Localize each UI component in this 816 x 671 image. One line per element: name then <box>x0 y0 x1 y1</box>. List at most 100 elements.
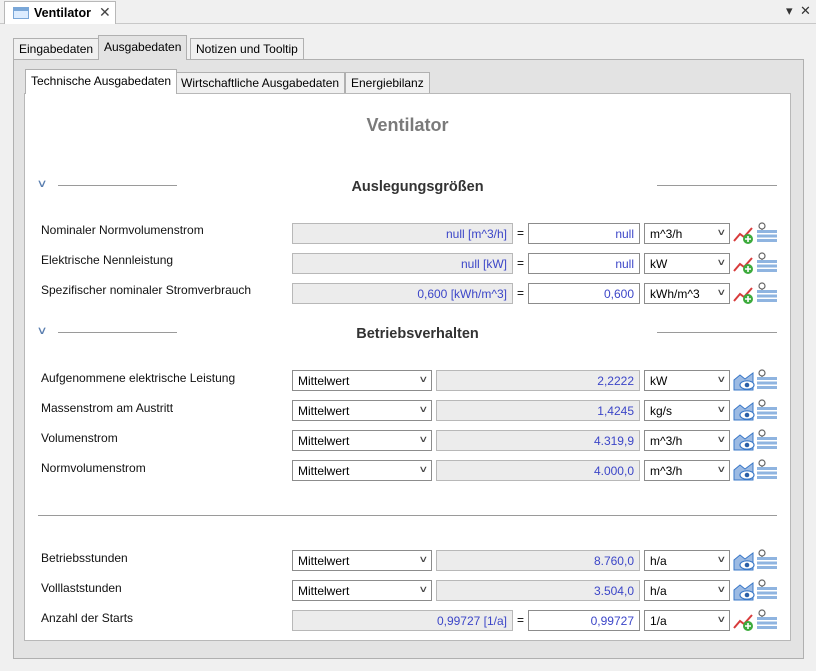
chart-view-icon[interactable] <box>733 371 755 391</box>
chevron-down-icon <box>717 374 727 385</box>
chart-view-icon[interactable] <box>733 461 755 481</box>
value-volumenstrom: 4.319,9 <box>436 430 640 451</box>
unit-select-spezifischer-stromverbrauch[interactable]: kWh/m^3 <box>644 283 730 304</box>
tab-ausgabedaten[interactable]: Ausgabedaten <box>98 35 188 60</box>
input-elektrische-nennleistung[interactable]: null <box>528 253 640 274</box>
readonly-elektrische-nennleistung: null [kW] <box>292 253 513 274</box>
value-normvolumenstrom: 4.000,0 <box>436 460 640 481</box>
equals-sign: = <box>517 256 525 270</box>
tab-technische-ausgabedaten[interactable]: Technische Ausgabedaten <box>25 69 178 94</box>
value-list-icon[interactable] <box>756 281 778 303</box>
value-list-icon[interactable] <box>756 221 778 243</box>
chevron-down-icon <box>717 584 727 595</box>
unit-select-nominaler-normvolumenstrom[interactable]: m^3/h <box>644 223 730 244</box>
chart-view-icon[interactable] <box>733 431 755 451</box>
mode-select-volumenstrom[interactable]: Mittelwert <box>292 430 432 451</box>
value-massenstrom: 1,4245 <box>436 400 640 421</box>
readonly-nominaler-normvolumenstrom: null [m^3/h] <box>292 223 513 244</box>
section-title-betrieb: Betriebsverhalten <box>356 326 479 342</box>
unit-select-anzahl-starts[interactable]: 1/a <box>644 610 730 631</box>
chevron-down-icon <box>717 404 727 415</box>
label-elektrische-nennleistung: Elektrische Nennleistung <box>41 253 174 267</box>
chevron-down-icon <box>717 614 727 625</box>
unit-select-massenstrom[interactable]: kg/s <box>644 400 730 421</box>
mode-value: Mittelwert <box>298 584 350 598</box>
label-nominaler-normvolumenstrom: Nominaler Normvolumenstrom <box>41 223 204 237</box>
unit-value: h/a <box>650 584 667 598</box>
readonly-anzahl-starts: 0,99727 [1/a] <box>292 610 513 631</box>
unit-select-volllaststunden[interactable]: h/a <box>644 580 730 601</box>
input-nominaler-normvolumenstrom[interactable]: null <box>528 223 640 244</box>
readonly-spezifischer-stromverbrauch: 0,600 [kWh/m^3] <box>292 283 513 304</box>
close-window-icon[interactable]: ✕ <box>800 3 811 19</box>
unit-value: m^3/h <box>650 227 683 241</box>
chart-add-icon[interactable] <box>733 611 755 631</box>
tab-energiebilanz[interactable]: Energiebilanz <box>345 72 430 93</box>
value-list-icon[interactable] <box>756 428 778 450</box>
mode-value: Mittelwert <box>298 464 350 478</box>
page-title: Ventilator <box>366 115 449 135</box>
chart-view-icon[interactable] <box>733 581 755 601</box>
tab-wirtschaftliche-ausgabedaten[interactable]: Wirtschaftliche Ausgabedaten <box>175 72 346 93</box>
unit-select-aufgenommene-leistung[interactable]: kW <box>644 370 730 391</box>
value-list-icon[interactable] <box>756 458 778 480</box>
value-list-icon[interactable] <box>756 368 778 390</box>
input-spezifischer-stromverbrauch[interactable]: 0,600 <box>528 283 640 304</box>
unit-select-volumenstrom[interactable]: m^3/h <box>644 430 730 451</box>
label-volumenstrom: Volumenstrom <box>41 431 118 445</box>
chevron-down-icon <box>717 464 727 475</box>
value-volllaststunden: 3.504,0 <box>436 580 640 601</box>
unit-select-elektrische-nennleistung[interactable]: kW <box>644 253 730 274</box>
window-tab-bar <box>0 0 816 24</box>
divider <box>657 185 777 186</box>
unit-value: kW <box>650 257 668 271</box>
chevron-down-icon <box>717 287 727 298</box>
chevron-down-icon <box>419 464 429 475</box>
unit-value: m^3/h <box>650 464 683 478</box>
tab-menu-icon[interactable]: ▾ <box>786 3 793 19</box>
unit-value: m^3/h <box>650 434 683 448</box>
tab-notizen[interactable]: Notizen und Tooltip <box>190 38 304 59</box>
window-icon <box>13 7 29 19</box>
value-aufgenommene-leistung: 2,2222 <box>436 370 640 391</box>
chevron-down-icon <box>419 554 429 565</box>
chevron-down-icon <box>717 434 727 445</box>
input-anzahl-starts[interactable]: 0,99727 <box>528 610 640 631</box>
chevron-down-icon <box>717 554 727 565</box>
chevron-down-icon <box>419 404 429 415</box>
chart-add-icon[interactable] <box>733 284 755 304</box>
value-list-icon[interactable] <box>756 578 778 600</box>
value-betriebsstunden: 8.760,0 <box>436 550 640 571</box>
mode-value: Mittelwert <box>298 404 350 418</box>
window-title: Ventilator <box>34 6 91 20</box>
chart-add-icon[interactable] <box>733 254 755 274</box>
unit-value: h/a <box>650 554 667 568</box>
equals-sign: = <box>517 613 525 627</box>
label-volllaststunden: Volllaststunden <box>41 581 122 595</box>
value-list-icon[interactable] <box>756 251 778 273</box>
value-list-icon[interactable] <box>756 398 778 420</box>
chevron-down-icon <box>717 227 727 238</box>
window-tab[interactable]: Ventilator ✕ <box>4 1 116 24</box>
label-spezifischer-stromverbrauch: Spezifischer nominaler Stromverbrauch <box>41 283 252 297</box>
chevron-down-icon <box>717 257 727 268</box>
value-list-icon[interactable] <box>756 608 778 630</box>
close-icon[interactable]: ✕ <box>99 4 111 21</box>
chevron-down-icon <box>419 434 429 445</box>
label-betriebsstunden: Betriebsstunden <box>41 551 128 565</box>
mode-select-volllaststunden[interactable]: Mittelwert <box>292 580 432 601</box>
unit-select-normvolumenstrom[interactable]: m^3/h <box>644 460 730 481</box>
mode-select-normvolumenstrom[interactable]: Mittelwert <box>292 460 432 481</box>
chart-view-icon[interactable] <box>733 551 755 571</box>
divider <box>657 332 777 333</box>
mode-value: Mittelwert <box>298 434 350 448</box>
chart-add-icon[interactable] <box>733 224 755 244</box>
mode-select-aufgenommene-leistung[interactable]: Mittelwert <box>292 370 432 391</box>
mode-select-betriebsstunden[interactable]: Mittelwert <box>292 550 432 571</box>
value-list-icon[interactable] <box>756 548 778 570</box>
tab-eingabedaten[interactable]: Eingabedaten <box>13 38 100 59</box>
chart-view-icon[interactable] <box>733 401 755 421</box>
label-massenstrom: Massenstrom am Austritt <box>41 401 174 415</box>
mode-select-massenstrom[interactable]: Mittelwert <box>292 400 432 421</box>
unit-select-betriebsstunden[interactable]: h/a <box>644 550 730 571</box>
